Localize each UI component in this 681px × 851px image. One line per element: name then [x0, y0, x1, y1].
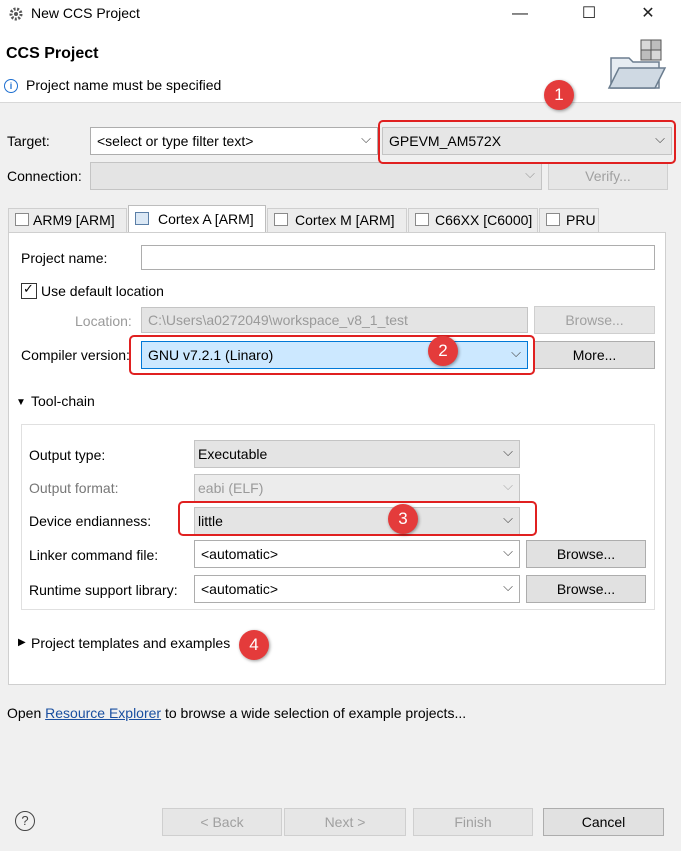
page-title: CCS Project — [6, 45, 99, 62]
highlight-compiler — [129, 335, 535, 375]
finish-button[interactable]: Finish — [413, 808, 533, 836]
runtime-value: <automatic> — [201, 581, 279, 597]
chevron-down-icon: ⌵ — [361, 131, 371, 146]
info-icon: i — [4, 79, 18, 93]
runtime-select[interactable]: <automatic> ⌵ — [194, 575, 520, 603]
tab-pru[interactable]: PRU — [539, 208, 599, 232]
location-input[interactable]: C:\Users\a0272049\workspace_v8_1_test — [141, 307, 528, 333]
chevron-down-icon: ⌵ — [503, 444, 513, 459]
chevron-down-icon: ⌵ — [525, 166, 535, 181]
location-value: C:\Users\a0272049\workspace_v8_1_test — [148, 312, 408, 328]
tab-arm9[interactable]: ARM9 [ARM] — [8, 208, 127, 232]
back-button[interactable]: < Back — [162, 808, 282, 836]
tab-folder-icon — [415, 213, 429, 226]
runtime-browse-button[interactable]: Browse... — [526, 575, 646, 603]
tab-folder-icon — [135, 212, 149, 225]
checkmark-icon: ✓ — [23, 281, 34, 296]
verify-button[interactable]: Verify... — [548, 162, 668, 190]
templates-heading[interactable]: Project templates and examples — [31, 635, 230, 651]
help-icon: ? — [21, 813, 29, 828]
chevron-down-icon: ⌵ — [503, 579, 513, 594]
app-gear-icon — [9, 7, 23, 21]
next-button[interactable]: Next > — [284, 808, 406, 836]
resource-explorer-hint: Open Resource Explorer to browse a wide … — [7, 705, 466, 721]
linker-select[interactable]: <automatic> ⌵ — [194, 540, 520, 568]
location-browse-button[interactable]: Browse... — [534, 306, 655, 334]
tab-label: PRU — [566, 212, 596, 228]
output-format-label: Output format: — [29, 480, 119, 496]
hint-prefix: Open — [7, 705, 42, 721]
annotation-badge-2: 2 — [428, 336, 458, 366]
tab-folder-icon — [15, 213, 29, 226]
highlight-endianness — [178, 501, 537, 536]
connection-select[interactable]: ⌵ — [90, 162, 542, 190]
target-label: Target: — [7, 133, 50, 149]
info-icon-glyph: i — [9, 81, 13, 91]
tab-cortex-m[interactable]: Cortex M [ARM] — [267, 208, 407, 232]
cancel-button[interactable]: Cancel — [543, 808, 664, 836]
toolchain-expand-icon[interactable]: ▼ — [16, 397, 26, 408]
tab-folder-icon — [274, 213, 288, 226]
location-label: Location: — [75, 313, 132, 329]
use-default-checkbox[interactable]: ✓ — [21, 281, 37, 299]
maximize-button[interactable]: ☐ — [566, 0, 612, 28]
close-button[interactable]: ✕ — [625, 0, 671, 28]
output-type-label: Output type: — [29, 447, 106, 463]
target-filter-input[interactable]: <select or type filter text> ⌵ — [90, 127, 378, 155]
tab-label: Cortex A [ARM] — [158, 211, 254, 227]
linker-browse-button[interactable]: Browse... — [526, 540, 646, 568]
window-title: New CCS Project — [31, 5, 140, 21]
hint-suffix: to browse a wide selection of example pr… — [164, 705, 467, 721]
folder-cube-icon — [607, 39, 667, 89]
output-type-value: Executable — [198, 446, 268, 462]
highlight-target — [378, 120, 676, 164]
wizard-header: CCS Project i Project name must be speci… — [0, 28, 681, 103]
annotation-badge-1: 1 — [544, 80, 574, 110]
tab-folder-icon — [546, 213, 560, 226]
compiler-version-label: Compiler version: — [21, 347, 130, 363]
more-button[interactable]: More... — [534, 341, 655, 369]
toolchain-heading: Tool-chain — [31, 393, 95, 409]
minimize-button[interactable]: — — [497, 0, 543, 28]
output-format-value: eabi (ELF) — [198, 480, 264, 496]
chevron-down-icon: ⌵ — [503, 478, 513, 493]
help-button[interactable]: ? — [15, 811, 35, 831]
use-default-label: Use default location — [41, 283, 164, 299]
tab-label: Cortex M [ARM] — [295, 212, 395, 228]
annotation-badge-3: 3 — [388, 504, 418, 534]
project-name-input[interactable] — [141, 245, 655, 270]
project-name-label: Project name: — [21, 250, 108, 266]
chevron-down-icon: ⌵ — [503, 544, 513, 559]
output-format-select[interactable]: eabi (ELF) ⌵ — [194, 474, 520, 502]
linker-label: Linker command file: — [29, 547, 159, 563]
runtime-label: Runtime support library: — [29, 582, 178, 598]
target-filter-placeholder: <select or type filter text> — [97, 133, 254, 149]
tab-c66xx[interactable]: C66XX [C6000] — [408, 208, 538, 232]
templates-expand-icon[interactable]: ▶ — [18, 637, 26, 648]
tab-label: C66XX [C6000] — [435, 212, 533, 228]
connection-label: Connection: — [7, 168, 82, 184]
status-message: Project name must be specified — [26, 77, 222, 93]
endianness-label: Device endianness: — [29, 513, 152, 529]
output-type-select[interactable]: Executable ⌵ — [194, 440, 520, 468]
annotation-badge-4: 4 — [239, 630, 269, 660]
tab-label: ARM9 [ARM] — [33, 212, 115, 228]
resource-explorer-link[interactable]: Resource Explorer — [45, 705, 161, 721]
title-bar: New CCS Project — ☐ ✕ — [0, 0, 681, 28]
linker-value: <automatic> — [201, 546, 279, 562]
tab-cortex-a[interactable]: Cortex A [ARM] — [128, 205, 266, 233]
